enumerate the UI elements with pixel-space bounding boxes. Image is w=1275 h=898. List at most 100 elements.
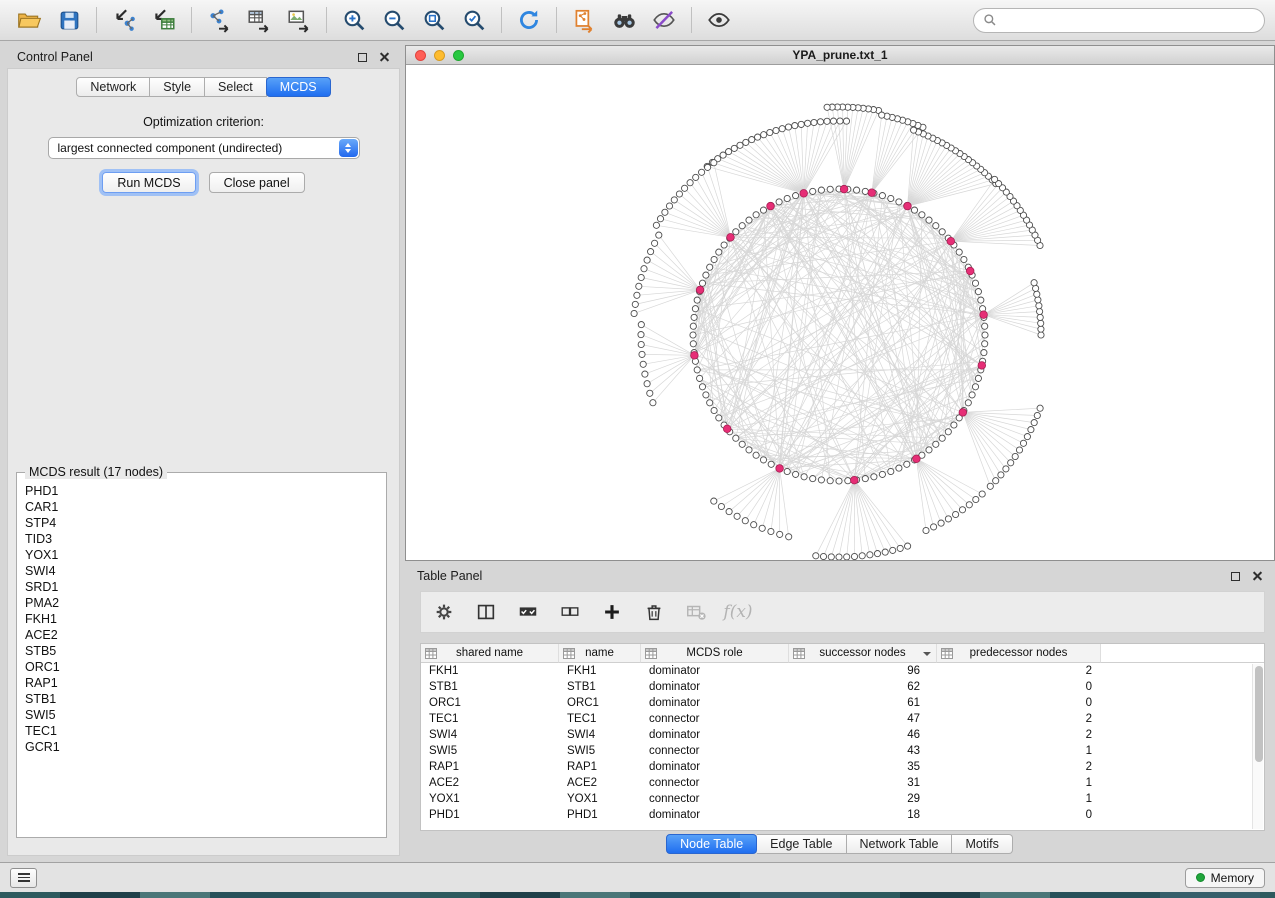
delete-table-button[interactable]	[683, 599, 709, 625]
column-header-shared-name[interactable]: shared name	[421, 644, 559, 663]
cell-name[interactable]: ORC1	[559, 695, 641, 711]
delete-column-button[interactable]	[641, 599, 667, 625]
mcds-result-item[interactable]: CAR1	[25, 499, 378, 515]
hide-selected-button[interactable]	[645, 4, 683, 36]
maximize-window-icon[interactable]	[453, 50, 464, 61]
cell-successors[interactable]: 29	[789, 791, 937, 807]
float-panel-icon[interactable]	[358, 53, 367, 62]
mcds-result-item[interactable]: PHD1	[25, 483, 378, 499]
cell-shared_name[interactable]: PHD1	[421, 807, 559, 823]
network-graph[interactable]	[406, 65, 1274, 560]
column-header-successor-nodes[interactable]: successor nodes	[789, 644, 937, 663]
cell-shared_name[interactable]: FKH1	[421, 663, 559, 679]
table-row[interactable]: YOX1YOX1connector291	[421, 791, 1264, 807]
cell-role[interactable]: dominator	[641, 807, 789, 823]
scrollbar-thumb[interactable]	[1255, 666, 1263, 762]
import-network-button[interactable]	[105, 4, 143, 36]
optimization-criterion-dropdown[interactable]: largest connected component (undirected)	[48, 137, 360, 159]
panel-menu-button[interactable]	[10, 868, 37, 888]
mcds-result-item[interactable]: STB1	[25, 691, 378, 707]
mcds-result-item[interactable]: TID3	[25, 531, 378, 547]
cell-role[interactable]: connector	[641, 775, 789, 791]
export-network-button[interactable]	[200, 4, 238, 36]
tab-style[interactable]: Style	[150, 77, 205, 97]
cell-name[interactable]: YOX1	[559, 791, 641, 807]
cell-successors[interactable]: 35	[789, 759, 937, 775]
mcds-result-item[interactable]: RAP1	[25, 675, 378, 691]
table-settings-button[interactable]	[431, 599, 457, 625]
mcds-result-item[interactable]: FKH1	[25, 611, 378, 627]
mcds-result-item[interactable]: STB5	[25, 643, 378, 659]
cell-predecessors[interactable]: 2	[937, 727, 1101, 743]
cell-shared_name[interactable]: RAP1	[421, 759, 559, 775]
float-panel-icon[interactable]	[1231, 572, 1240, 581]
cell-role[interactable]: connector	[641, 711, 789, 727]
cell-shared_name[interactable]: SWI4	[421, 727, 559, 743]
table-row[interactable]: RAP1RAP1dominator352	[421, 759, 1264, 775]
zoom-selected-button[interactable]	[455, 4, 493, 36]
cell-successors[interactable]: 18	[789, 807, 937, 823]
cell-role[interactable]: dominator	[641, 759, 789, 775]
cell-shared_name[interactable]: TEC1	[421, 711, 559, 727]
cell-name[interactable]: FKH1	[559, 663, 641, 679]
tab-network[interactable]: Network	[76, 77, 150, 97]
run-mcds-button[interactable]: Run MCDS	[102, 172, 195, 193]
mcds-result-item[interactable]: STP4	[25, 515, 378, 531]
cell-predecessors[interactable]: 1	[937, 791, 1101, 807]
column-header-predecessor-nodes[interactable]: predecessor nodes	[937, 644, 1101, 663]
show-all-button[interactable]	[700, 4, 738, 36]
tab-select[interactable]: Select	[205, 77, 267, 97]
cell-predecessors[interactable]: 2	[937, 663, 1101, 679]
cell-predecessors[interactable]: 2	[937, 711, 1101, 727]
export-table-button[interactable]	[240, 4, 278, 36]
cell-name[interactable]: RAP1	[559, 759, 641, 775]
network-view[interactable]	[406, 65, 1274, 560]
cell-role[interactable]: dominator	[641, 695, 789, 711]
table-row[interactable]: TEC1TEC1connector472	[421, 711, 1264, 727]
cell-successors[interactable]: 96	[789, 663, 937, 679]
search-input[interactable]	[1002, 13, 1255, 27]
close-panel-icon[interactable]	[1252, 571, 1263, 582]
table-row[interactable]: SWI4SWI4dominator462	[421, 727, 1264, 743]
zoom-fit-button[interactable]	[415, 4, 453, 36]
cell-name[interactable]: TEC1	[559, 711, 641, 727]
cell-name[interactable]: PHD1	[559, 807, 641, 823]
close-window-icon[interactable]	[415, 50, 426, 61]
find-button[interactable]	[605, 4, 643, 36]
mcds-result-item[interactable]: SWI4	[25, 563, 378, 579]
cell-role[interactable]: dominator	[641, 679, 789, 695]
cell-predecessors[interactable]: 2	[937, 759, 1101, 775]
cell-shared_name[interactable]: STB1	[421, 679, 559, 695]
mcds-result-item[interactable]: SRD1	[25, 579, 378, 595]
mcds-result-item[interactable]: PMA2	[25, 595, 378, 611]
column-header-mcds-role[interactable]: MCDS role	[641, 644, 789, 663]
table-row[interactable]: STB1STB1dominator620	[421, 679, 1264, 695]
cell-shared_name[interactable]: YOX1	[421, 791, 559, 807]
mcds-result-item[interactable]: SWI5	[25, 707, 378, 723]
cell-role[interactable]: dominator	[641, 727, 789, 743]
mcds-result-item[interactable]: GCR1	[25, 739, 378, 755]
cell-predecessors[interactable]: 1	[937, 743, 1101, 759]
memory-button[interactable]: Memory	[1185, 868, 1265, 888]
cell-predecessors[interactable]: 0	[937, 695, 1101, 711]
cell-successors[interactable]: 43	[789, 743, 937, 759]
cell-role[interactable]: connector	[641, 743, 789, 759]
import-table-button[interactable]	[145, 4, 183, 36]
mcds-result-item[interactable]: YOX1	[25, 547, 378, 563]
mcds-result-item[interactable]: ORC1	[25, 659, 378, 675]
cell-name[interactable]: SWI4	[559, 727, 641, 743]
tab-node-table[interactable]: Node Table	[666, 834, 757, 854]
cell-successors[interactable]: 62	[789, 679, 937, 695]
add-column-button[interactable]	[599, 599, 625, 625]
cell-role[interactable]: dominator	[641, 663, 789, 679]
column-header-name[interactable]: name	[559, 644, 641, 663]
open-file-button[interactable]	[10, 4, 48, 36]
zoom-out-button[interactable]	[375, 4, 413, 36]
cell-predecessors[interactable]: 0	[937, 679, 1101, 695]
refresh-button[interactable]	[510, 4, 548, 36]
tab-motifs[interactable]: Motifs	[952, 834, 1012, 854]
table-row[interactable]: PHD1PHD1dominator180	[421, 807, 1264, 823]
tab-network-table[interactable]: Network Table	[847, 834, 953, 854]
cell-name[interactable]: ACE2	[559, 775, 641, 791]
show-columns-button[interactable]	[473, 599, 499, 625]
